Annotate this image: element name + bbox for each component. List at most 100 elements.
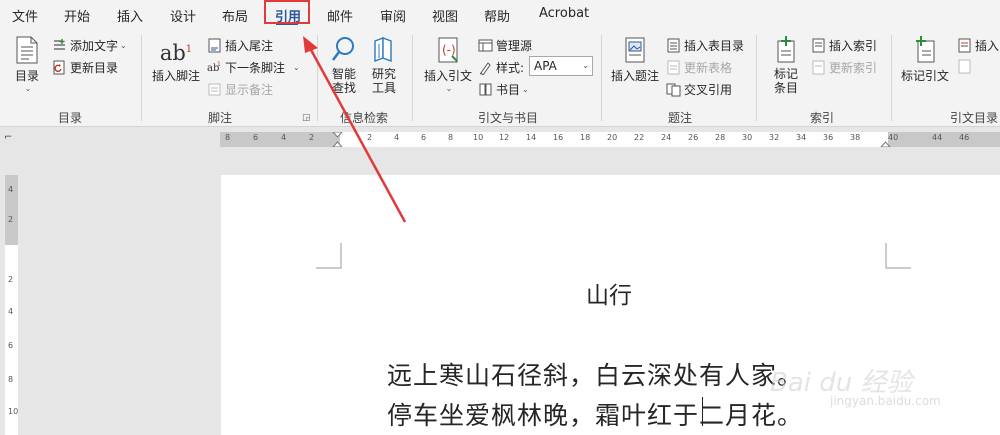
tab-file[interactable]: 文件: [12, 6, 38, 25]
smart-lookup-button[interactable]: 智能 查找: [327, 35, 361, 95]
insert-endnote-label: 插入尾注: [225, 39, 274, 53]
group-divider: [412, 35, 413, 121]
vertical-ruler[interactable]: 4 2 2 4 6 8 10: [5, 175, 18, 435]
cross-reference-button[interactable]: 交叉引用: [666, 81, 732, 98]
tab-acrobat[interactable]: Acrobat: [539, 6, 589, 21]
ruler-number: 30: [742, 133, 753, 142]
vruler-number: 2: [8, 215, 14, 224]
ruler-number: 8: [225, 133, 231, 142]
ruler-number: 2: [309, 133, 315, 142]
table-of-figures-icon: [667, 38, 680, 53]
ruler-number: 22: [634, 133, 645, 142]
update-toa-icon: [958, 59, 971, 74]
tab-selector[interactable]: ⌐: [4, 132, 18, 146]
vruler-number: 4: [8, 307, 14, 316]
crop-mark-right: [885, 243, 911, 269]
ruler-number: 18: [580, 133, 591, 142]
insert-citation-icon: (-): [438, 37, 458, 63]
tab-review[interactable]: 审阅: [380, 6, 406, 25]
update-toc-icon: [53, 60, 65, 75]
toc-dropdown-icon: ⌄: [24, 84, 32, 93]
add-text-dropdown-icon: ⌄: [120, 41, 127, 50]
tab-insert[interactable]: 插入: [117, 6, 143, 25]
update-table-icon: [667, 60, 680, 75]
manage-sources-label: 管理源: [496, 39, 533, 53]
smart-lookup-label-1: 智能: [331, 67, 356, 81]
poem-line-2: 停车坐爱枫林晚，霜叶红于二月花。: [387, 401, 804, 430]
show-notes-button[interactable]: 显示备注: [207, 81, 273, 98]
ruler-number: 34: [796, 133, 807, 142]
ruler-number: 6: [253, 133, 259, 142]
add-text-label: 添加文字: [70, 39, 119, 53]
insert-index-icon: [812, 38, 825, 53]
footnote-dialog-launcher-icon[interactable]: ◲: [302, 113, 311, 123]
ruler-number: 6: [421, 133, 427, 142]
ruler-number: 16: [553, 133, 564, 142]
insert-citation-label: 插入引文: [423, 69, 472, 83]
update-toc-button[interactable]: 更新目录: [52, 59, 118, 76]
horizontal-ruler[interactable]: 8 6 4 2 2 4 6 8 10 12 14 16 18 20 22 24 …: [220, 132, 1000, 147]
update-table-button[interactable]: 更新表格: [666, 59, 732, 76]
update-toa-button[interactable]: [957, 59, 975, 74]
insert-toa-button[interactable]: 插入引: [957, 37, 1000, 54]
ruler-number: 44: [932, 133, 943, 142]
mark-entry-button[interactable]: 标记 条目: [768, 35, 804, 95]
insert-index-button[interactable]: 插入索引: [811, 37, 877, 54]
update-table-label: 更新表格: [684, 61, 733, 75]
manage-sources-button[interactable]: 管理源: [478, 37, 532, 54]
ruler-number: 12: [499, 133, 510, 142]
mark-citation-icon: [916, 36, 935, 63]
crop-mark-left: [316, 243, 342, 269]
vruler-number: 8: [8, 375, 14, 384]
watermark-url: jingyan.baidu.com: [830, 394, 941, 408]
toc-button[interactable]: 目录 ⌄: [10, 35, 44, 93]
cross-reference-icon: [666, 83, 681, 97]
bibliography-button[interactable]: 书目 ⌄: [478, 81, 529, 98]
add-text-button[interactable]: 添加文字 ⌄: [52, 37, 127, 54]
vruler-number: 2: [8, 275, 14, 284]
citation-style-select[interactable]: APA ⌄: [529, 56, 593, 76]
insert-table-of-figures-button[interactable]: 插入表目录: [666, 37, 744, 54]
tab-layout[interactable]: 布局: [222, 6, 248, 25]
insert-citation-button[interactable]: (-) 插入引文 ⌄: [422, 35, 474, 93]
ruler-number: 24: [661, 133, 672, 142]
insert-caption-label: 插入题注: [610, 69, 659, 83]
mark-citation-label: 标记引文: [900, 69, 949, 83]
footnotes-group-label: 脚注: [208, 111, 233, 125]
group-divider: [141, 35, 142, 121]
ruler-number: 10: [473, 133, 484, 142]
cross-reference-label: 交叉引用: [684, 83, 733, 97]
ruler-number: 36: [823, 133, 834, 142]
chevron-down-icon: ⌄: [582, 61, 589, 70]
vruler-number: 10: [8, 407, 18, 416]
group-divider: [601, 35, 602, 121]
ruler-number: 8: [448, 133, 454, 142]
researcher-label-1: 研究: [371, 67, 396, 81]
ruler-number: 32: [769, 133, 780, 142]
insert-endnote-button[interactable]: 插入尾注: [207, 37, 273, 54]
next-footnote-icon: ab1: [207, 61, 221, 74]
mark-citation-button[interactable]: 标记引文: [899, 35, 951, 84]
tab-design[interactable]: 设计: [170, 6, 196, 25]
footnote-glyph: ab: [159, 41, 186, 65]
tab-help[interactable]: 帮助: [484, 6, 510, 25]
svg-text:(-): (-): [442, 43, 456, 57]
manage-sources-icon: [478, 39, 493, 52]
update-index-button[interactable]: 更新索引: [811, 59, 877, 76]
tab-home[interactable]: 开始: [64, 6, 90, 25]
citation-style-value: APA: [534, 59, 557, 73]
search-icon: [332, 37, 354, 61]
tab-view[interactable]: 视图: [432, 6, 458, 25]
style-icon: [479, 62, 491, 75]
mark-entry-label-2: 条目: [773, 81, 798, 95]
svg-text:1: 1: [217, 61, 221, 68]
next-footnote-button[interactable]: ab 1 下一条脚注 ⌄: [207, 59, 300, 76]
group-divider: [891, 35, 892, 121]
insert-footnote-button[interactable]: ab1 插入脚注: [150, 35, 202, 84]
update-index-label: 更新索引: [829, 61, 878, 75]
insert-index-label: 插入索引: [829, 39, 878, 53]
show-notes-icon: [208, 83, 221, 96]
researcher-button[interactable]: 研究 工具: [367, 35, 401, 95]
insert-caption-button[interactable]: 插入题注: [609, 35, 661, 84]
tab-mailings[interactable]: 邮件: [327, 6, 353, 25]
